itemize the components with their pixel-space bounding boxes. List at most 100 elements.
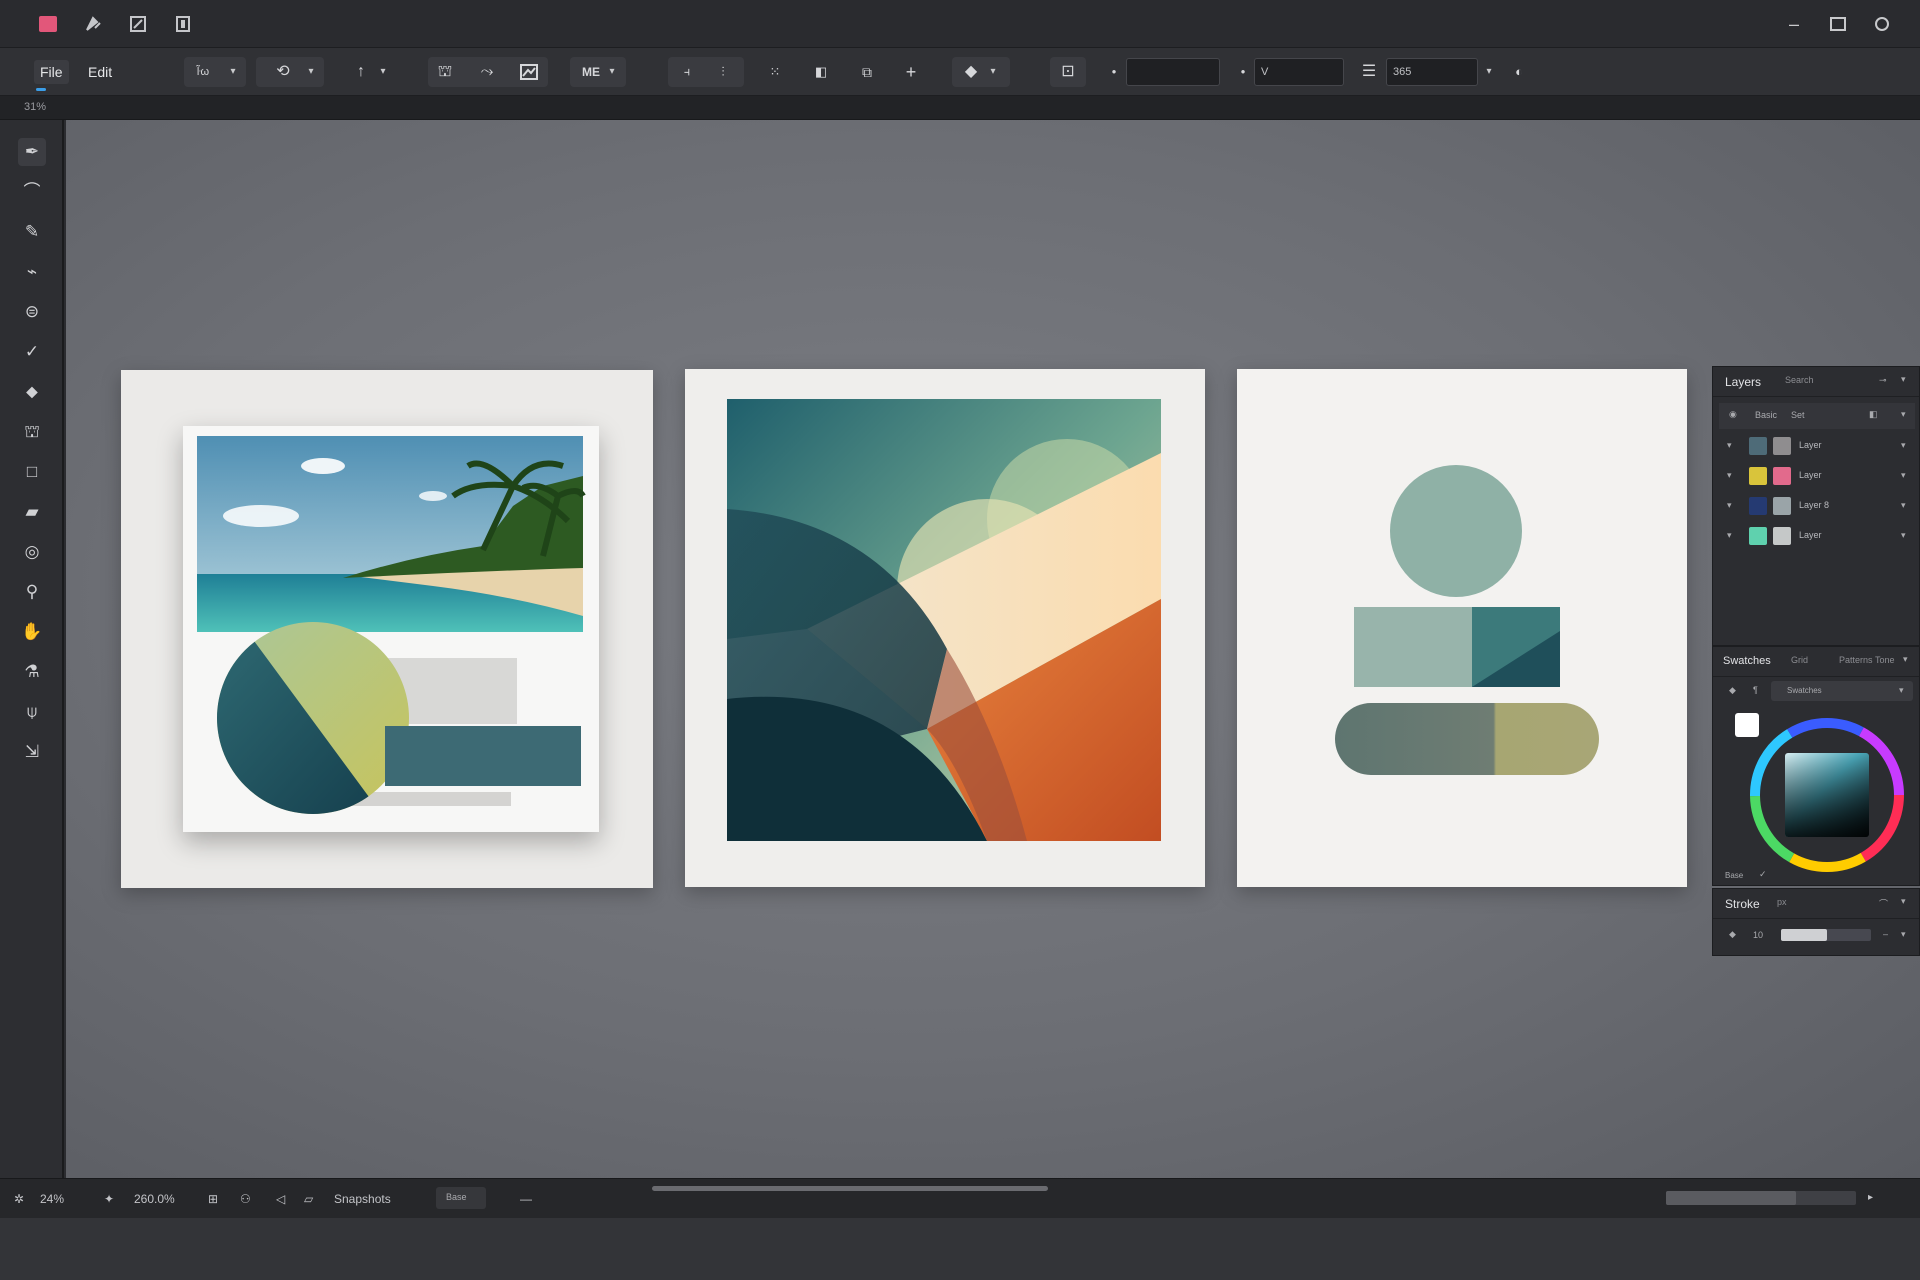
lock-icon[interactable]: ◧ xyxy=(1869,409,1878,420)
app-icon[interactable] xyxy=(38,14,58,34)
flip-icon[interactable]: ◧ xyxy=(806,57,836,87)
stamp-icon[interactable]: ⛫ xyxy=(430,57,460,87)
layer-row-4[interactable]: ▾ Layer ▾ xyxy=(1719,523,1915,549)
layers-icon[interactable] xyxy=(128,14,148,34)
chevron-down-icon[interactable]: ▾ xyxy=(978,57,1008,87)
pin-tool-icon[interactable]: ⍦ xyxy=(18,698,46,726)
eraser-tool-icon[interactable]: ⬥ xyxy=(18,378,46,406)
chevron-down-icon[interactable]: ▾ xyxy=(1474,57,1504,87)
snapshot-icon[interactable]: ▱ xyxy=(304,1192,313,1206)
check-tool-icon[interactable]: ✓ xyxy=(18,338,46,366)
frame-icon[interactable]: ⊡ xyxy=(1053,57,1083,87)
chevron-down-icon[interactable]: ▾ xyxy=(1901,500,1906,511)
pen-tool-icon[interactable]: ✒ xyxy=(18,138,46,166)
panel-icon[interactable] xyxy=(173,14,193,34)
artboard-2[interactable] xyxy=(685,369,1205,887)
stroke-color-icon[interactable]: ◆ xyxy=(1729,929,1736,940)
visibility-icon[interactable]: ▾ xyxy=(1727,500,1732,511)
preset-field[interactable]: ŀ̃ω xyxy=(188,57,218,87)
chevron-down-icon[interactable]: ▾ xyxy=(597,57,627,87)
chevron-down-icon[interactable]: ▾ xyxy=(296,57,326,87)
brush-tool-icon[interactable] xyxy=(83,14,103,34)
rectangle-tool-icon[interactable]: □ xyxy=(18,458,46,486)
back-icon[interactable]: ◁ xyxy=(276,1192,285,1206)
zoom-value[interactable]: 24% xyxy=(40,1192,64,1206)
align-center-icon[interactable]: ⫶ xyxy=(708,57,738,87)
color-wheel[interactable] xyxy=(1747,715,1907,875)
chevron-down-icon[interactable]: ▾ xyxy=(1901,929,1906,940)
swatch-dropdown[interactable]: Swatches ▾ xyxy=(1771,681,1913,701)
close-icon[interactable] xyxy=(1870,12,1894,36)
photo-card[interactable] xyxy=(183,426,599,832)
lasso-icon[interactable]: ⟲ xyxy=(268,57,298,87)
chevron-down-icon[interactable]: ▾ xyxy=(1903,654,1908,665)
artboard-3[interactable] xyxy=(1237,369,1687,887)
eye-icon[interactable]: ◉ xyxy=(1729,409,1737,420)
chevron-down-icon[interactable]: ▾ xyxy=(1901,374,1906,385)
chevron-down-icon[interactable]: ▾ xyxy=(1901,470,1906,481)
visibility-icon[interactable]: ▾ xyxy=(1727,440,1732,451)
minus-icon[interactable]: – xyxy=(1883,929,1888,939)
brush-tool-icon[interactable]: ⌁ xyxy=(18,258,46,286)
horizontal-scrollbar[interactable] xyxy=(652,1186,1048,1191)
type-icon[interactable]: ¶ xyxy=(1753,685,1758,695)
canvas-area[interactable] xyxy=(66,120,1920,1178)
stroke-width-value[interactable]: 10 xyxy=(1753,930,1763,940)
artboard-1[interactable] xyxy=(121,370,653,888)
smudge-tool-icon[interactable]: ⌒ xyxy=(18,178,46,206)
restore-icon[interactable] xyxy=(1826,12,1850,36)
align-left-icon[interactable]: ⫞ xyxy=(672,57,702,87)
menu-file[interactable]: File xyxy=(34,60,69,84)
image-icon[interactable] xyxy=(514,57,544,87)
distribute-icon[interactable]: ⁙ xyxy=(760,57,790,87)
hand-tool-icon[interactable]: ✋ xyxy=(18,618,46,646)
chevron-down-icon[interactable]: ▾ xyxy=(218,57,248,87)
rotate-icon[interactable]: ✦ xyxy=(104,1192,114,1206)
chevron-down-icon[interactable]: ▾ xyxy=(1901,440,1906,451)
chevron-down-icon[interactable]: ▾ xyxy=(1901,896,1906,907)
swatches-tab[interactable]: Tone xyxy=(1875,655,1895,665)
eyedropper-icon[interactable]: ✓ xyxy=(1759,869,1767,880)
layers-search[interactable]: Search xyxy=(1785,375,1814,385)
minimize-icon[interactable]: – xyxy=(1782,12,1806,36)
chevron-down-icon[interactable]: ▾ xyxy=(1901,530,1906,541)
stamp-tool-icon[interactable]: ⛫ xyxy=(18,418,46,446)
toggle-icon[interactable]: ◐ xyxy=(1504,57,1534,87)
swatches-title[interactable]: Swatches xyxy=(1723,655,1771,667)
zoom-tool-icon[interactable]: ⚲ xyxy=(18,578,46,606)
chevron-down-icon[interactable]: ▾ xyxy=(1901,409,1906,420)
menu-edit[interactable]: Edit xyxy=(82,60,118,84)
curve-icon[interactable]: ⌒ xyxy=(1879,897,1888,910)
layer-name[interactable]: Layer xyxy=(1799,470,1822,480)
fill-tool-icon[interactable]: ▰ xyxy=(18,498,46,526)
width-input[interactable] xyxy=(1126,58,1220,86)
blend-mode[interactable]: Basic xyxy=(1755,410,1777,420)
list-icon[interactable]: ☰ xyxy=(1354,57,1384,87)
eyedropper-tool-icon[interactable]: ⚗ xyxy=(18,658,46,686)
layer-header-row[interactable]: ◉ Basic Set ◧ ▾ xyxy=(1719,403,1915,429)
blur-tool-icon[interactable]: ⊜ xyxy=(18,298,46,326)
swatches-tab[interactable]: Grid xyxy=(1791,655,1808,665)
layer-name[interactable]: Layer xyxy=(1799,440,1822,450)
lasso-tool-icon[interactable]: ◎ xyxy=(18,538,46,566)
warp-icon[interactable]: ⤳ xyxy=(472,57,502,87)
value-input[interactable]: 365 xyxy=(1386,58,1478,86)
link-icon[interactable]: ⊸ xyxy=(1879,375,1887,386)
layer-row-1[interactable]: ▾ Layer ▾ xyxy=(1719,433,1915,459)
visibility-icon[interactable]: ▾ xyxy=(1727,530,1732,541)
puzzle-icon[interactable]: ⧉ xyxy=(852,57,882,87)
status-button[interactable]: Base xyxy=(436,1187,486,1209)
status-end-icon[interactable]: ▸ xyxy=(1868,1192,1873,1203)
height-input[interactable]: V xyxy=(1254,58,1344,86)
view-icon[interactable]: ⚇ xyxy=(240,1192,251,1206)
chevron-down-icon[interactable]: ▾ xyxy=(368,57,398,87)
pencil-tool-icon[interactable]: ✎ xyxy=(18,218,46,246)
layer-name[interactable]: Layer xyxy=(1799,530,1822,540)
add-icon[interactable]: + xyxy=(896,57,926,87)
rotate-value[interactable]: 260.0% xyxy=(134,1192,175,1206)
zoom-icon[interactable]: ✲ xyxy=(14,1192,24,1206)
stroke-slider[interactable] xyxy=(1781,929,1871,941)
layer-row-2[interactable]: ▾ Layer ▾ xyxy=(1719,463,1915,489)
swatches-tab[interactable]: Patterns xyxy=(1839,655,1873,665)
layer-row-3[interactable]: ▾ Layer 8 ▾ xyxy=(1719,493,1915,519)
